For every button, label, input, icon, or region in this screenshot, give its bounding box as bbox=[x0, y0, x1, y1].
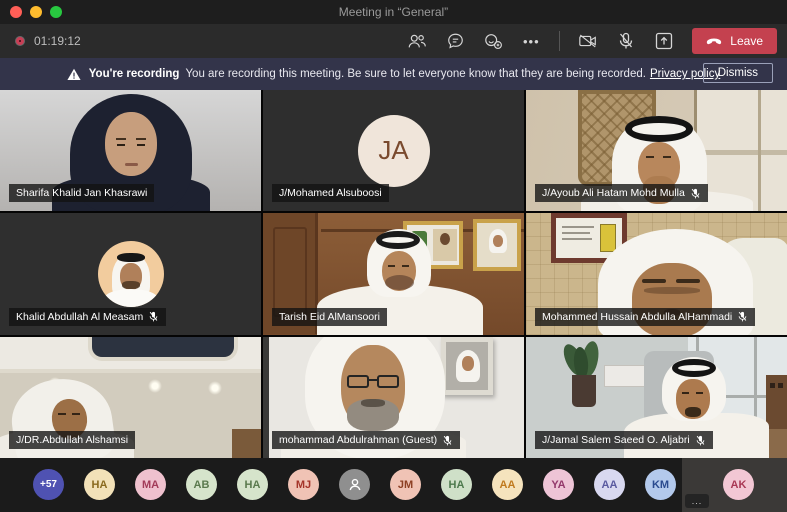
participant-name-tag: Sharifa Khalid Jan Khasrawi bbox=[9, 184, 154, 202]
toolbar-divider bbox=[559, 31, 560, 51]
avatar[interactable]: HA bbox=[237, 469, 268, 500]
participant-tile[interactable]: Tarish Eid AlMansoori bbox=[263, 213, 524, 334]
participant-name-tag: J/Ayoub Ali Hatam Mohd Mulla bbox=[535, 184, 708, 202]
muted-mic-icon bbox=[737, 311, 748, 322]
overflow-count-avatar[interactable]: +57 bbox=[33, 469, 64, 500]
avatar-bar-list: +57 HA MA AB HA MJ JM HA AA YA AA KM bbox=[33, 469, 676, 500]
participant-name: J/Ayoub Ali Hatam Mohd Mulla bbox=[542, 187, 685, 199]
avatar[interactable]: AA bbox=[594, 469, 625, 500]
recording-indicator: 01:19:12 bbox=[16, 34, 81, 48]
participant-name: Mohammed Hussain Abdulla AlHammadi bbox=[542, 311, 732, 323]
avatar[interactable]: MJ bbox=[288, 469, 319, 500]
participant-name: J/Mohamed Alsuboosi bbox=[279, 187, 382, 199]
participants-icon[interactable] bbox=[407, 31, 427, 51]
participant-name-tag: J/DR.Abdullah Alshamsi bbox=[9, 431, 135, 449]
participant-tile[interactable]: Mohammed Hussain Abdulla AlHammadi bbox=[526, 213, 787, 334]
participant-name: Khalid Abdullah Al Measam bbox=[16, 311, 143, 323]
record-icon bbox=[16, 37, 24, 45]
meeting-timer: 01:19:12 bbox=[34, 34, 81, 48]
participant-name: J/DR.Abdullah Alshamsi bbox=[16, 434, 128, 446]
leave-button[interactable]: Leave bbox=[692, 28, 777, 54]
participant-tile[interactable]: JA J/Mohamed Alsuboosi bbox=[263, 90, 524, 211]
participant-name: mohammad Abdulrahman (Guest) bbox=[279, 434, 437, 446]
participant-tile[interactable]: J/Ayoub Ali Hatam Mohd Mulla bbox=[526, 90, 787, 211]
share-screen-icon[interactable] bbox=[654, 31, 674, 51]
macos-window-controls bbox=[10, 6, 62, 18]
window-titlebar: Meeting in “General” bbox=[0, 0, 787, 24]
muted-mic-icon bbox=[148, 311, 159, 322]
mic-off-icon[interactable] bbox=[616, 31, 636, 51]
avatar[interactable]: AK bbox=[723, 469, 754, 500]
avatar[interactable]: AB bbox=[186, 469, 217, 500]
participant-name: Tarish Eid AlMansoori bbox=[279, 311, 380, 323]
reactions-icon[interactable] bbox=[483, 31, 503, 51]
window-title: Meeting in “General” bbox=[339, 5, 448, 19]
participant-name-tag: J/Mohamed Alsuboosi bbox=[272, 184, 389, 202]
participant-name-tag: J/Jamal Salem Saeed O. Aljabri bbox=[535, 431, 713, 449]
avatar[interactable]: HA bbox=[441, 469, 472, 500]
participants-strip: +57 HA MA AB HA MJ JM HA AA YA AA KM AK ... bbox=[0, 458, 787, 512]
meeting-toolbar: 01:19:12 ••• Leave bbox=[0, 24, 787, 58]
dismiss-button[interactable]: Dismiss bbox=[703, 63, 773, 83]
maximize-window-icon[interactable] bbox=[50, 6, 62, 18]
participant-tile[interactable]: mohammad Abdulrahman (Guest) bbox=[263, 337, 524, 458]
muted-mic-icon bbox=[442, 435, 453, 446]
muted-mic-icon bbox=[695, 435, 706, 446]
video-grid: Sharifa Khalid Jan Khasrawi JA J/Mohamed… bbox=[0, 90, 787, 458]
camera-off-icon[interactable] bbox=[578, 31, 598, 51]
participant-tile[interactable]: Sharifa Khalid Jan Khasrawi bbox=[0, 90, 261, 211]
more-options-icon[interactable]: ••• bbox=[521, 31, 541, 51]
warning-icon bbox=[67, 68, 81, 81]
participant-name-tag: Tarish Eid AlMansoori bbox=[272, 308, 387, 326]
participant-name: J/Jamal Salem Saeed O. Aljabri bbox=[542, 434, 690, 446]
person-icon[interactable] bbox=[339, 469, 370, 500]
participant-name: Sharifa Khalid Jan Khasrawi bbox=[16, 187, 147, 199]
participant-tile[interactable]: J/DR.Abdullah Alshamsi bbox=[0, 337, 261, 458]
avatar[interactable]: MA bbox=[135, 469, 166, 500]
minimize-window-icon[interactable] bbox=[30, 6, 42, 18]
photo-avatar bbox=[98, 241, 164, 307]
participant-name-tag: Khalid Abdullah Al Measam bbox=[9, 308, 166, 326]
hangup-icon bbox=[706, 37, 722, 46]
recording-banner: You're recording You are recording this … bbox=[0, 58, 787, 90]
overflow-participant-tile[interactable]: AK ... bbox=[682, 458, 787, 512]
participant-tile[interactable]: J/Jamal Salem Saeed O. Aljabri bbox=[526, 337, 787, 458]
participant-name-tag: Mohammed Hussain Abdulla AlHammadi bbox=[535, 308, 755, 326]
participant-name-tag: mohammad Abdulrahman (Guest) bbox=[272, 431, 460, 449]
leave-button-label: Leave bbox=[730, 34, 763, 48]
tile-more-options-button[interactable]: ... bbox=[685, 494, 709, 508]
chat-icon[interactable] bbox=[445, 31, 465, 51]
avatar[interactable]: AA bbox=[492, 469, 523, 500]
initials-avatar: JA bbox=[358, 115, 430, 187]
banner-message: You are recording this meeting. Be sure … bbox=[185, 68, 646, 80]
close-window-icon[interactable] bbox=[10, 6, 22, 18]
avatar[interactable]: HA bbox=[84, 469, 115, 500]
avatar[interactable]: YA bbox=[543, 469, 574, 500]
avatar[interactable]: KM bbox=[645, 469, 676, 500]
banner-title: You're recording bbox=[89, 68, 180, 80]
muted-mic-icon bbox=[690, 188, 701, 199]
avatar[interactable]: JM bbox=[390, 469, 421, 500]
participant-tile[interactable]: Khalid Abdullah Al Measam bbox=[0, 213, 261, 334]
